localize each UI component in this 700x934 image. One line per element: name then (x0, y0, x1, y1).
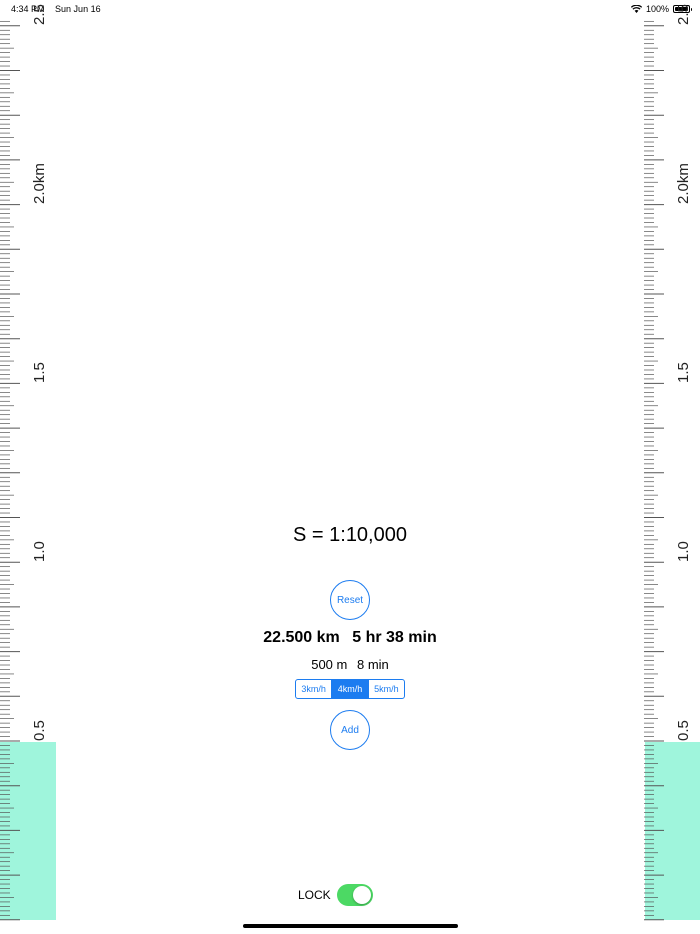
right-ruler[interactable]: 2.5 2.0km 1.5 1.0 0.5 (644, 0, 700, 934)
ruler-label: 0.5 (31, 720, 48, 741)
lock-label: LOCK (298, 888, 331, 902)
wifi-icon (630, 5, 642, 13)
ruler-label: 2.5 (31, 4, 48, 25)
ruler-label: 2.0km (675, 163, 692, 204)
scale-label: S = 1:10,000 (293, 524, 407, 546)
lock-toggle[interactable] (336, 884, 373, 906)
ruler-label: 2.5 (675, 4, 692, 25)
add-button[interactable]: Add (330, 710, 370, 750)
step-distance: 500 m (311, 657, 348, 672)
ruler-label: 2.0km (31, 163, 48, 204)
ruler-label: 0.5 (675, 720, 692, 741)
speed-option-5kmh[interactable]: 5km/h (367, 680, 404, 698)
step-info: 500 m 8 min (0, 657, 700, 672)
speed-option-4kmh[interactable]: 4km/h (331, 680, 368, 698)
lock-toggle-knob (352, 886, 371, 904)
left-ruler-scale: 2.52.0km1.51.00.5 (0, 4, 48, 921)
home-indicator (243, 924, 458, 928)
lock-row: LOCK (298, 884, 373, 906)
left-ruler[interactable]: 2.5 2.0km 1.5 1.0 0.5 (0, 0, 56, 934)
reset-button[interactable]: Reset (330, 580, 370, 620)
ruler-label: 1.5 (31, 362, 48, 383)
speed-option-3kmh[interactable]: 3km/h (296, 680, 331, 698)
total-distance-time: 22.500 km 5 hr 38 min (0, 629, 700, 647)
total-distance: 22.500 km (263, 629, 340, 646)
right-ruler-scale: 2.52.0km1.51.00.5 (644, 4, 692, 921)
total-time: 5 hr 38 min (352, 629, 437, 646)
ruler-label: 1.5 (675, 362, 692, 383)
status-bar: 4:34 PM Sun Jun 16 100% (0, 0, 700, 18)
status-date: Sun Jun 16 (55, 4, 101, 14)
step-time: 8 min (356, 657, 389, 672)
speed-selector: 3km/h 4km/h 5km/h (295, 679, 405, 699)
